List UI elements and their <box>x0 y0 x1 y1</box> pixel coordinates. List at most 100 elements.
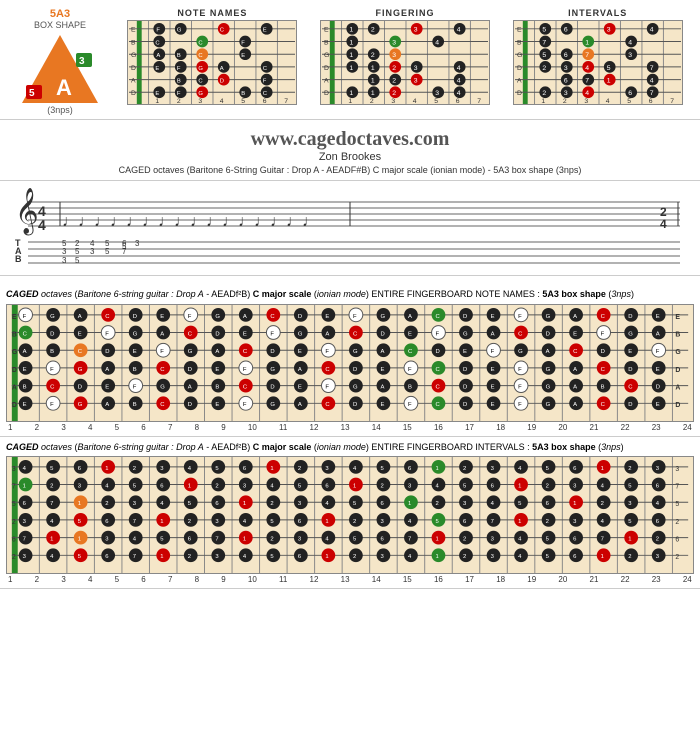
box-shape-area: 5A3 BOX SHAPE A 3 5 (3nps) <box>10 8 110 115</box>
svg-text:E: E <box>215 402 219 408</box>
svg-text:C: C <box>263 66 267 72</box>
svg-text:C: C <box>270 313 275 319</box>
svg-text:3: 3 <box>414 65 418 72</box>
svg-text:G: G <box>133 331 138 337</box>
svg-text:G: G <box>546 313 551 319</box>
svg-text:6: 6 <box>456 98 460 105</box>
svg-text:A: A <box>157 53 161 59</box>
svg-text:E: E <box>573 331 577 337</box>
svg-text:D: D <box>463 313 467 319</box>
svg-text:1: 1 <box>349 52 353 59</box>
svg-text:E: E <box>23 402 27 408</box>
svg-text:2: 2 <box>546 484 549 490</box>
svg-text:F: F <box>23 313 27 319</box>
svg-text:1: 1 <box>348 98 352 105</box>
svg-text:2: 2 <box>105 501 108 507</box>
fingerboard-intervals-header: CAGED octaves (Baritone 6-string guitar … <box>6 441 694 454</box>
svg-text:D: D <box>298 313 302 319</box>
svg-text:C: C <box>325 402 330 408</box>
svg-text:D: D <box>546 331 550 337</box>
svg-text:G: G <box>298 331 303 337</box>
svg-text:4: 4 <box>457 65 461 72</box>
svg-text:6: 6 <box>563 52 567 59</box>
website-section: www.cagedoctaves.com Zon Brookes CAGED o… <box>0 120 700 181</box>
svg-text:7: 7 <box>542 39 546 46</box>
svg-text:3: 3 <box>563 90 567 97</box>
svg-text:G: G <box>215 313 220 319</box>
svg-text:6: 6 <box>563 27 567 34</box>
svg-text:4: 4 <box>413 98 417 105</box>
svg-text:5: 5 <box>75 247 80 256</box>
svg-text:7: 7 <box>23 537 26 543</box>
svg-text:2: 2 <box>463 537 466 543</box>
svg-text:G: G <box>517 52 522 59</box>
shape-title: 5A3 <box>10 8 110 20</box>
fretboard-diagrams: NOTE NAMES E B <box>120 8 690 108</box>
svg-text:F: F <box>601 331 605 337</box>
note-names-diagram: NOTE NAMES E B <box>120 8 305 108</box>
svg-text:C: C <box>199 79 203 85</box>
svg-text:2: 2 <box>463 554 466 560</box>
svg-text:E: E <box>12 313 17 320</box>
svg-text:2: 2 <box>463 466 466 472</box>
svg-text:2: 2 <box>371 27 375 34</box>
svg-text:E: E <box>105 384 109 390</box>
svg-text:G: G <box>78 402 83 408</box>
svg-text:2: 2 <box>392 65 396 72</box>
svg-text:1: 1 <box>156 98 160 105</box>
svg-text:5: 5 <box>627 98 631 105</box>
svg-text:2: 2 <box>392 78 396 85</box>
svg-text:6: 6 <box>12 537 16 544</box>
svg-text:F: F <box>491 349 495 355</box>
svg-text:D: D <box>215 331 219 337</box>
svg-text:D: D <box>517 65 522 72</box>
svg-text:D: D <box>324 90 329 97</box>
svg-text:E: E <box>156 66 160 72</box>
svg-text:G: G <box>12 349 17 356</box>
website-url: www.cagedoctaves.com <box>0 128 700 151</box>
svg-text:D: D <box>463 384 467 390</box>
svg-text:D: D <box>133 313 137 319</box>
svg-text:D: D <box>188 366 192 372</box>
svg-text:3: 3 <box>414 78 418 85</box>
fingering-diagram: FINGERING E B G D A <box>313 8 498 108</box>
svg-text:6: 6 <box>563 78 567 85</box>
svg-text:A: A <box>324 78 329 85</box>
svg-text:1: 1 <box>436 466 439 472</box>
svg-text:C: C <box>573 349 578 355</box>
svg-text:A: A <box>23 349 27 355</box>
svg-text:1: 1 <box>371 90 375 97</box>
svg-text:D: D <box>353 402 357 408</box>
svg-text:F: F <box>408 366 412 372</box>
svg-text:2: 2 <box>675 554 679 561</box>
svg-text:G: G <box>463 331 468 337</box>
svg-text:E: E <box>380 402 384 408</box>
svg-text:F: F <box>270 331 274 337</box>
description-text: CAGED octaves (Baritone 6-String Guitar … <box>0 165 700 175</box>
svg-text:G: G <box>199 66 204 72</box>
fret-numbers-notes: 123456789101112131415161718192021222324 <box>6 423 694 432</box>
notation-section: 𝄞 4 4 ♩♩♩♩♩♩♩♩♩♩♩♩♩♩♩♩ T A B 5 2 4 5 3 5… <box>0 181 700 276</box>
svg-text:4: 4 <box>457 78 461 85</box>
svg-text:G: G <box>353 349 358 355</box>
svg-text:7: 7 <box>12 484 16 491</box>
svg-text:B: B <box>215 384 219 390</box>
svg-text:3: 3 <box>584 98 588 105</box>
svg-text:F: F <box>105 331 109 337</box>
svg-text:C: C <box>243 384 248 390</box>
svg-text:A: A <box>188 384 192 390</box>
svg-text:F: F <box>263 79 267 85</box>
shape-subtitle: BOX SHAPE <box>10 20 110 30</box>
svg-text:A: A <box>491 331 495 337</box>
svg-text:C: C <box>23 331 28 337</box>
svg-text:D: D <box>628 366 632 372</box>
svg-text:A: A <box>573 366 577 372</box>
svg-text:A: A <box>215 349 219 355</box>
svg-text:A: A <box>12 384 17 391</box>
svg-text:7: 7 <box>133 519 136 525</box>
svg-text:A: A <box>298 402 302 408</box>
svg-text:7: 7 <box>649 65 653 72</box>
svg-text:2: 2 <box>546 519 549 525</box>
svg-text:5: 5 <box>542 27 546 34</box>
svg-text:G: G <box>78 366 83 372</box>
